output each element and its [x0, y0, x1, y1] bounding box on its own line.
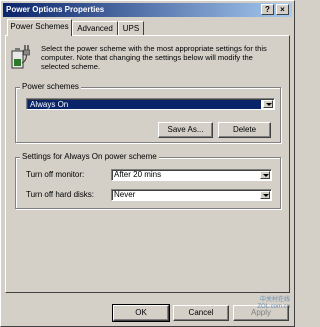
tab-power-schemes[interactable]: Power Schemes [7, 19, 72, 36]
title-bar[interactable]: Power Options Properties ? × [3, 3, 292, 17]
help-icon: ? [265, 5, 270, 14]
ok-label: OK [135, 308, 147, 317]
watermark-line1: 中关村在线 [259, 297, 290, 303]
window-title: Power Options Properties [6, 5, 105, 14]
power-options-window: Power Options Properties ? × Power Schem… [0, 0, 295, 327]
close-icon: × [280, 5, 285, 14]
close-button[interactable]: × [276, 4, 289, 15]
tab-panel [5, 35, 290, 293]
help-button[interactable]: ? [261, 4, 274, 15]
cancel-button[interactable]: Cancel [173, 305, 229, 321]
tab-label: Advanced [77, 24, 113, 33]
watermark-line2: ZOL.com.cn [257, 304, 290, 310]
tab-advanced[interactable]: Advanced [72, 21, 118, 35]
ok-button[interactable]: OK [112, 304, 170, 322]
tab-label: Power Schemes [10, 22, 69, 31]
cancel-label: Cancel [188, 308, 214, 317]
watermark: 中关村在线 ZOL.com.cn [257, 297, 290, 311]
tab-label: UPS [122, 24, 140, 33]
tab-ups[interactable]: UPS [118, 21, 144, 35]
